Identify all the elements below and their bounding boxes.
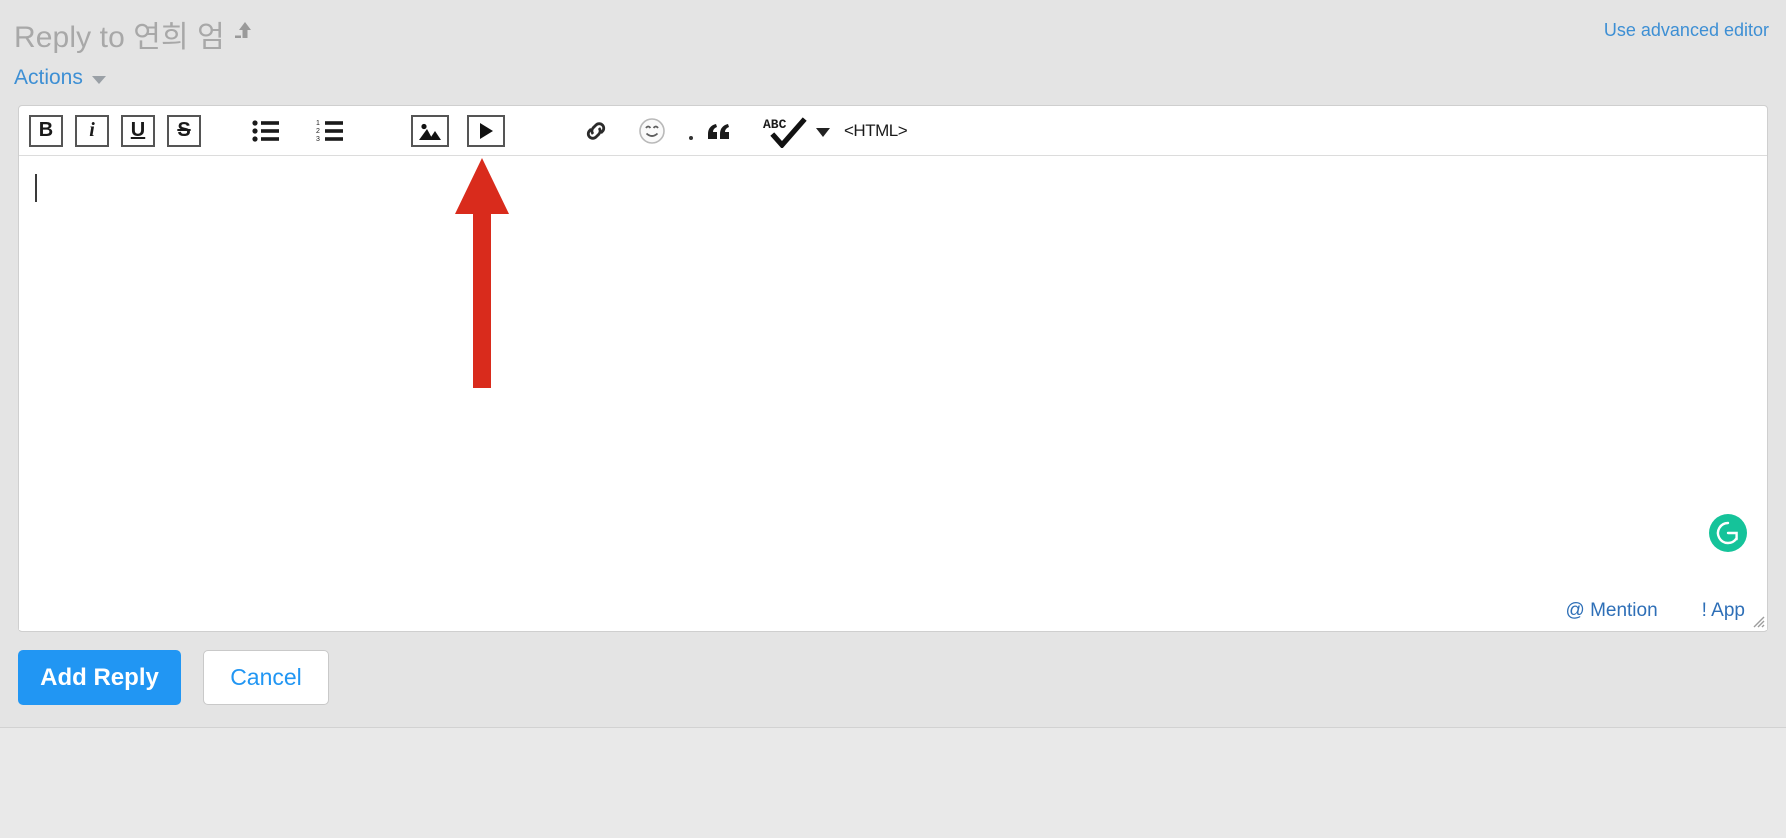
blockquote-quote-icon (708, 123, 729, 139)
svg-text:2: 2 (316, 128, 320, 135)
spellcheck-dropdown-caret-icon[interactable] (816, 127, 830, 137)
insert-link-button[interactable] (579, 114, 613, 148)
form-actions: Add Reply Cancel (18, 650, 329, 705)
chevron-down-icon (91, 76, 106, 84)
html-source-button[interactable]: <HTML> (844, 121, 908, 141)
insert-video-button[interactable] (467, 114, 505, 147)
spellcheck-button[interactable]: ABC (762, 114, 808, 148)
svg-text:ABC: ABC (763, 117, 787, 132)
app-link[interactable]: ! App (1702, 600, 1745, 622)
bold-button[interactable]: B (29, 114, 63, 147)
resize-grip-icon[interactable] (1749, 612, 1765, 628)
actions-dropdown[interactable]: Actions (14, 66, 106, 90)
editor-header: Reply to 연희 엄 Use advanced editor (0, 0, 1786, 62)
link-icon (586, 121, 606, 140)
insert-image-button[interactable] (411, 114, 449, 147)
dot-separator (689, 135, 693, 140)
editor-toolbar: B i U S 1 2 3 ABC <HTML> (19, 106, 1767, 156)
bold-label: B (38, 119, 54, 141)
strikethrough-label: S (177, 119, 191, 141)
underline-button[interactable]: U (121, 114, 155, 147)
strikethrough-button[interactable]: S (167, 114, 201, 147)
bulleted-list-icon (252, 119, 279, 142)
use-advanced-editor-link[interactable]: Use advanced editor (1604, 20, 1769, 41)
emoji-button[interactable] (635, 114, 669, 148)
grammarly-g-icon[interactable] (1709, 514, 1747, 552)
text-caret (35, 174, 37, 202)
blockquote-button[interactable] (702, 114, 736, 148)
cancel-button[interactable]: Cancel (203, 650, 329, 705)
spellcheck-abc-check-icon: ABC (763, 117, 807, 148)
add-reply-button[interactable]: Add Reply (18, 650, 181, 705)
insert-image-icon (418, 120, 442, 141)
editor-content-area[interactable]: @ Mention ! App (19, 156, 1767, 630)
emoji-smiley-icon (639, 117, 665, 144)
page-footer-strip (0, 728, 1786, 838)
underline-label: U (130, 119, 146, 141)
numbered-list-icon: 1 2 3 (316, 120, 343, 143)
page-title: Reply to 연희 엄 (14, 21, 225, 54)
editor-footer-links: @ Mention ! App (1566, 600, 1746, 622)
mention-link[interactable]: @ Mention (1566, 600, 1658, 622)
svg-text:3: 3 (316, 136, 320, 143)
numbered-list-button[interactable]: 1 2 3 (313, 114, 347, 148)
italic-label: i (89, 119, 95, 141)
reply-editor: B i U S 1 2 3 ABC <HTML> @ Mention ! App (18, 105, 1768, 632)
svg-text:1: 1 (316, 120, 320, 127)
collapse-up-arrow-icon[interactable] (232, 18, 258, 44)
insert-video-icon (480, 122, 493, 139)
actions-label: Actions (14, 66, 83, 89)
bulleted-list-button[interactable] (249, 114, 283, 148)
reply-editor-page: Reply to 연희 엄 Use advanced editor Action… (0, 0, 1786, 838)
italic-button[interactable]: i (75, 114, 109, 147)
